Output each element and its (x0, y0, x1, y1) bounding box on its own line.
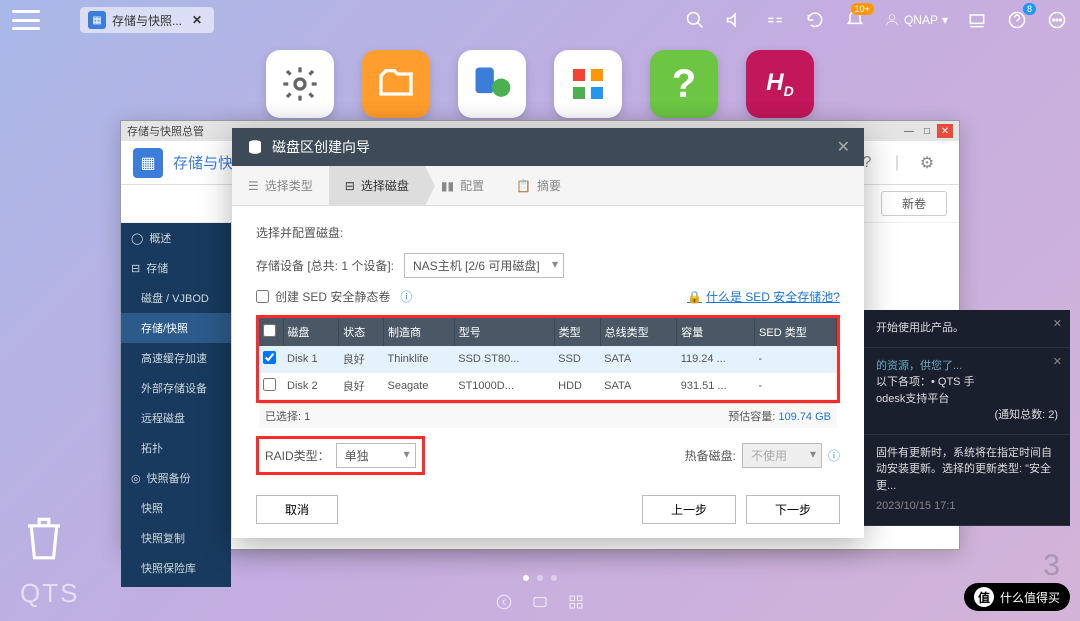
more-icon[interactable] (1046, 9, 1068, 31)
disk-table-highlight: 磁盘 状态 制造商 型号 类型 总线类型 容量 SED 类型 Disk 1良好T… (256, 315, 840, 403)
grid-icon[interactable] (567, 593, 585, 611)
step-select-type[interactable]: ☰ 选择类型 (232, 166, 329, 205)
sidebar-item-snapshot-backup[interactable]: ◎ 快照备份 (121, 463, 231, 493)
tab-label: 存储与快照... (112, 12, 182, 29)
app-dock: ? HD (0, 50, 1080, 118)
sidebar-item-snapshot-replica[interactable]: 快照复制 (121, 523, 231, 553)
storage-logo-icon: ▦ (133, 148, 163, 178)
close-button[interactable]: ✕ (937, 124, 953, 138)
sidebar-item-storage[interactable]: ⊟ 存储 (121, 253, 231, 283)
next-button[interactable]: 下一步 (746, 495, 840, 524)
search-icon[interactable] (684, 9, 706, 31)
notif-close-icon[interactable]: ✕ (1053, 316, 1062, 333)
raid-select[interactable]: 单独 (336, 443, 416, 468)
device-label: 存储设备 [总共: 1 个设备]: (256, 257, 394, 274)
device-select[interactable]: NAS主机 [2/6 可用磁盘] (404, 253, 564, 278)
row-checkbox[interactable] (263, 351, 276, 364)
storage-icon: ▦ (88, 11, 106, 29)
notifications-icon[interactable]: 10+ (844, 9, 866, 31)
sidebar: ◯ 概述 ⊟ 存储 磁盘 / VJBOD 存储/快照 高速缓存加速 外部存储设备… (121, 223, 231, 587)
sed-checkbox[interactable]: 创建 SED 安全静态卷 (256, 288, 390, 305)
new-volume-button[interactable]: 新卷 (881, 191, 947, 216)
estimated-capacity: 109.74 GB (778, 411, 831, 423)
sidebar-item-overview[interactable]: ◯ 概述 (121, 223, 231, 253)
hotspare-select: 不使用 (742, 443, 822, 468)
sidebar-item-snapshot[interactable]: 快照 (121, 493, 231, 523)
notification-item[interactable]: ✕ 开始使用此产品。 (864, 310, 1070, 348)
devices-icon[interactable] (966, 9, 988, 31)
sidebar-item-remote[interactable]: 远程磁盘 (121, 403, 231, 433)
row-checkbox[interactable] (263, 378, 276, 391)
sed-help-link[interactable]: 🔒 什么是 SED 安全存储池? (687, 288, 840, 305)
user-menu[interactable]: QNAP ▾ (884, 12, 948, 28)
selected-count: 已选择: 1 (265, 408, 310, 424)
prev-button[interactable]: 上一步 (642, 495, 736, 524)
dock-apps[interactable] (554, 50, 622, 118)
maximize-button[interactable]: □ (919, 124, 935, 138)
dock-files[interactable] (362, 50, 430, 118)
sidebar-item-storage-snapshot[interactable]: 存储/快照 (121, 313, 231, 343)
dock-hd[interactable]: HD (746, 50, 814, 118)
dashboard-icon[interactable] (764, 9, 786, 31)
sidebar-item-external[interactable]: 外部存储设备 (121, 373, 231, 403)
open-tab[interactable]: ▦ 存储与快照... ✕ (80, 7, 214, 33)
notif-close-icon[interactable]: ✕ (1053, 354, 1062, 371)
select-all-checkbox[interactable] (263, 324, 276, 337)
table-row[interactable]: Disk 1良好ThinklifeSSD ST80...SSDSATA119.2… (259, 346, 837, 373)
step-summary[interactable]: 📋 摘要 (500, 166, 577, 205)
gear-icon[interactable]: ⚙ (917, 153, 937, 173)
hotspare-label: 热备磁盘: (685, 447, 736, 464)
notification-panel: ✕ 开始使用此产品。 ✕ 的资源，供您了... 以下各项：• QTS 手 ode… (864, 310, 1070, 526)
dock-help[interactable]: ? (650, 50, 718, 118)
sidebar-item-snapshot-vault[interactable]: 快照保险库 (121, 553, 231, 583)
volume-icon[interactable] (724, 9, 746, 31)
sidebar-item-iscsi[interactable]: ⟳ iSCSI 与光纤通道 (121, 583, 231, 587)
help-icon[interactable]: 8 (1006, 9, 1028, 31)
info-icon[interactable]: ⓘ (400, 288, 412, 305)
disk-icon (246, 138, 264, 156)
qts-logo: QTS (20, 578, 79, 609)
sidebar-item-cache[interactable]: 高速缓存加速 (121, 343, 231, 373)
help-badge: 8 (1023, 3, 1036, 15)
menu-toggle[interactable] (12, 10, 40, 30)
notification-item[interactable]: 固件有更新时，系统将在指定时间自动安装更新。选择的更新类型: "安全更... 2… (864, 435, 1070, 526)
refresh-icon[interactable] (804, 9, 826, 31)
step-configure[interactable]: ▮▮ 配置 (425, 166, 500, 205)
watermark: 值什么值得买 (964, 583, 1070, 611)
page-indicator (523, 575, 557, 581)
cancel-button[interactable]: 取消 (256, 495, 338, 524)
window-title: 存储与快照总管 (127, 123, 204, 139)
minimize-button[interactable]: — (901, 124, 917, 138)
close-tab-icon[interactable]: ✕ (188, 13, 206, 27)
page-number: 3 (1043, 549, 1060, 583)
screenshot-icon[interactable] (531, 593, 549, 611)
copyright-icon[interactable] (495, 593, 513, 611)
wizard-close-icon[interactable]: ✕ (837, 137, 850, 157)
trash-icon[interactable] (24, 513, 64, 561)
notification-item[interactable]: ✕ 的资源，供您了... 以下各项：• QTS 手 odesk支持平台 (通知总… (864, 348, 1070, 435)
table-row[interactable]: Disk 2良好SeagateST1000D...HDDSATA931.51 .… (259, 373, 837, 400)
step-select-disk[interactable]: ⊟ 选择磁盘 (329, 166, 425, 205)
notif-badge: 10+ (851, 3, 874, 15)
disk-table: 磁盘 状态 制造商 型号 类型 总线类型 容量 SED 类型 Disk 1良好T… (259, 318, 837, 400)
sidebar-item-topology[interactable]: 拓扑 (121, 433, 231, 463)
chevron-down-icon: ▾ (942, 13, 948, 27)
section-label: 选择并配置磁盘: (256, 224, 840, 241)
raid-type-highlight: RAID类型： 单独 (256, 436, 425, 475)
info-icon[interactable]: ⓘ (828, 447, 840, 464)
volume-wizard-modal: 磁盘区创建向导 ✕ ☰ 选择类型 ⊟ 选择磁盘 ▮▮ 配置 📋 摘要 选择并配置… (232, 128, 864, 538)
raid-label: RAID类型： (265, 447, 330, 464)
dock-storage[interactable] (458, 50, 526, 118)
wizard-title: 磁盘区创建向导 (272, 137, 370, 157)
dock-settings[interactable] (266, 50, 334, 118)
sidebar-item-disk-vjbod[interactable]: 磁盘 / VJBOD (121, 283, 231, 313)
